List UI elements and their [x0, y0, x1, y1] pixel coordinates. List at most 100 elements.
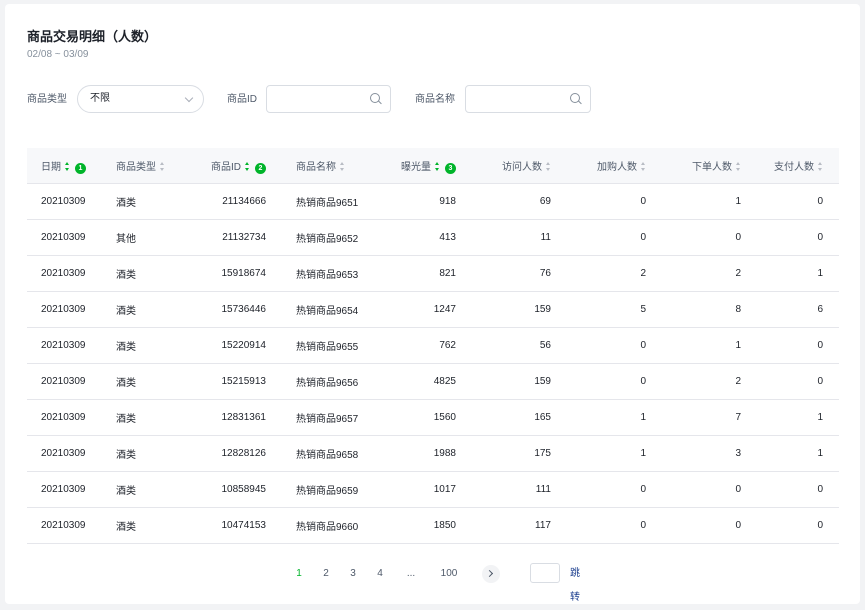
table-cell: 0: [567, 507, 662, 544]
table-cell: 20210309: [27, 435, 102, 472]
table-cell: 其他: [102, 219, 182, 256]
table-cell: 20210309: [27, 399, 102, 436]
table-cell: 0: [567, 327, 662, 364]
table-cell: 热销商品9653: [282, 255, 377, 292]
column-header[interactable]: 支付人数: [757, 148, 839, 184]
table-cell: 111: [472, 471, 567, 508]
table-row[interactable]: 20210309 酒类 15220914 热销商品9655 762 56 0 1 0: [27, 327, 839, 364]
table-cell: 1988: [377, 435, 472, 472]
chevron-right-icon: [485, 569, 494, 578]
next-page-button[interactable]: [482, 565, 500, 583]
category-select-value: 不限: [90, 93, 110, 104]
page-title: 商品交易明细（人数）: [27, 29, 158, 44]
table-cell: 2: [662, 255, 757, 292]
table-cell: 20210309: [27, 255, 102, 292]
search-icon[interactable]: [570, 93, 582, 105]
column-header[interactable]: 商品类型: [102, 148, 182, 184]
column-header[interactable]: 加购人数: [567, 148, 662, 184]
table-cell: 12831361: [182, 399, 282, 436]
table-cell: 10474153: [182, 507, 282, 544]
table-cell: 1: [567, 435, 662, 472]
table-cell: 10858945: [182, 471, 282, 508]
table-cell: 酒类: [102, 399, 182, 436]
product-id-input[interactable]: [273, 91, 363, 107]
table-cell: 热销商品9654: [282, 291, 377, 328]
product-id-field[interactable]: [266, 85, 391, 113]
product-name-input[interactable]: [472, 91, 562, 107]
table-body: 20210309 酒类 21134666 热销商品9651 918 69 0 1 0 202103…: [27, 183, 839, 544]
sort-order-badge: 2: [255, 162, 266, 174]
table-cell: 酒类: [102, 327, 182, 364]
column-header[interactable]: 商品名称: [282, 148, 377, 184]
column-header-label: 访问人数: [502, 162, 542, 173]
table-cell: 1: [662, 183, 757, 220]
sort-icon[interactable]: [160, 162, 165, 171]
table-cell: 热销商品9657: [282, 399, 377, 436]
product-trade-table: 日期 1 商品类型 商品ID 2 商品名称 曝光量 3 访问人数 加购人数 下单人数 支付人数 202…: [27, 148, 839, 544]
table-cell: 11: [472, 219, 567, 256]
product-name-field[interactable]: [465, 85, 591, 113]
column-header[interactable]: 日期 1: [27, 148, 102, 184]
sort-icon[interactable]: [641, 162, 646, 171]
table-cell: 热销商品9655: [282, 327, 377, 364]
table-row[interactable]: 20210309 酒类 15918674 热销商品9653 821 76 2 2 1: [27, 255, 839, 292]
table-cell: 酒类: [102, 255, 182, 292]
column-header[interactable]: 曝光量 3: [377, 148, 472, 184]
page-100-button[interactable]: 100: [437, 562, 461, 586]
search-icon[interactable]: [370, 93, 382, 105]
table-row[interactable]: 20210309 酒类 10858945 热销商品9659 1017 111 0 0 0: [27, 471, 839, 508]
category-filter-label: 商品类型: [27, 94, 67, 105]
table-cell: 1: [662, 327, 757, 364]
table-row[interactable]: 20210309 酒类 15736446 热销商品9654 1247 159 5 8 6: [27, 291, 839, 328]
jump-page-field[interactable]: [530, 563, 560, 584]
sort-icon[interactable]: [435, 161, 440, 171]
sort-icon[interactable]: [340, 162, 345, 171]
table-cell: 4825: [377, 363, 472, 400]
table-cell: 20210309: [27, 183, 102, 220]
sort-icon[interactable]: [736, 162, 741, 171]
table-cell: 69: [472, 183, 567, 220]
page-ellipsis[interactable]: ...: [403, 562, 419, 586]
column-header[interactable]: 下单人数: [662, 148, 757, 184]
date-range: 02/08 ~ 03/09: [27, 49, 89, 60]
table-cell: 21132734: [182, 219, 282, 256]
category-select[interactable]: 不限: [77, 85, 204, 113]
table-cell: 21134666: [182, 183, 282, 220]
table-row[interactable]: 20210309 酒类 21134666 热销商品9651 918 69 0 1 0: [27, 183, 839, 220]
column-header-label: 商品类型: [116, 162, 156, 173]
table-row[interactable]: 20210309 酒类 10474153 热销商品9660 1850 117 0 0 0: [27, 507, 839, 544]
jump-page-input[interactable]: [531, 565, 559, 584]
table-cell: 20210309: [27, 363, 102, 400]
table-cell: 1: [757, 255, 839, 292]
page-3-button[interactable]: 3: [347, 562, 359, 586]
table-cell: 3: [662, 435, 757, 472]
table-cell: 热销商品9658: [282, 435, 377, 472]
table-cell: 热销商品9656: [282, 363, 377, 400]
column-header-label: 下单人数: [692, 162, 732, 173]
table-cell: 酒类: [102, 507, 182, 544]
column-header[interactable]: 商品ID 2: [182, 148, 282, 184]
table-cell: 5: [567, 291, 662, 328]
sort-order-badge: 1: [75, 162, 86, 174]
column-header[interactable]: 访问人数: [472, 148, 567, 184]
page-2-button[interactable]: 2: [320, 562, 332, 586]
table-cell: 0: [662, 471, 757, 508]
table-cell: 918: [377, 183, 472, 220]
page-4-button[interactable]: 4: [374, 562, 386, 586]
table-cell: 热销商品9659: [282, 471, 377, 508]
table-row[interactable]: 20210309 酒类 12831361 热销商品9657 1560 165 1 7 1: [27, 399, 839, 436]
sort-icon[interactable]: [65, 161, 70, 171]
table-header-row: 日期 1 商品类型 商品ID 2 商品名称 曝光量 3 访问人数 加购人数 下单人数 支付人数: [27, 148, 839, 184]
sort-icon[interactable]: [818, 162, 823, 171]
page-1-button[interactable]: 1: [293, 562, 305, 586]
table-row[interactable]: 20210309 酒类 15215913 热销商品9656 4825 159 0 2 0: [27, 363, 839, 400]
table-cell: 0: [662, 219, 757, 256]
table-cell: 0: [567, 471, 662, 508]
sort-icon[interactable]: [245, 161, 250, 171]
chevron-down-icon: [184, 93, 194, 103]
table-cell: 0: [757, 327, 839, 364]
sort-icon[interactable]: [546, 162, 551, 171]
jump-button[interactable]: 跳转: [570, 562, 580, 603]
table-row[interactable]: 20210309 酒类 12828126 热销商品9658 1988 175 1 3 1: [27, 435, 839, 472]
table-row[interactable]: 20210309 其他 21132734 热销商品9652 413 11 0 0 0: [27, 219, 839, 256]
